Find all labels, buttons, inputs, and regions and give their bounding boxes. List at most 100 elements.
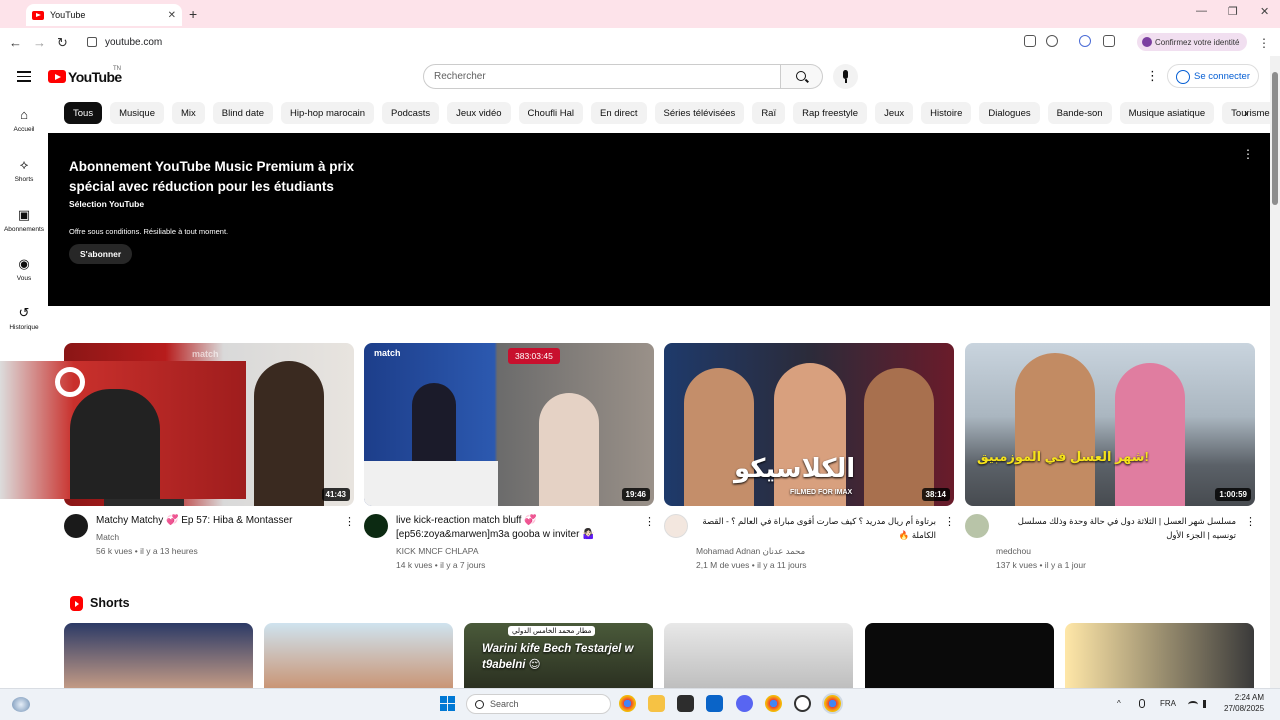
url-bar[interactable] bbox=[80, 32, 1130, 52]
search-button[interactable] bbox=[781, 64, 823, 89]
channel-avatar[interactable] bbox=[364, 514, 388, 538]
person-silhouette bbox=[1015, 353, 1095, 506]
scrollbar-thumb[interactable] bbox=[1272, 72, 1278, 205]
chip-tous[interactable]: Tous bbox=[64, 102, 103, 124]
chip-ra-[interactable]: Raï bbox=[752, 102, 786, 124]
video-thumbnail[interactable]: شهر العسل في الموزمبيق! 1:00:59 bbox=[965, 343, 1255, 506]
premium-promo-banner: Abonnement YouTube Music Premium à prix … bbox=[48, 133, 1270, 306]
channel-avatar[interactable] bbox=[64, 514, 88, 538]
short-thumbnail[interactable] bbox=[664, 623, 853, 690]
profile-identity-chip[interactable]: Confirmez votre identité bbox=[1137, 33, 1247, 51]
chip-choufli-hal[interactable]: Choufli Hal bbox=[518, 102, 583, 124]
chip-podcasts[interactable]: Podcasts bbox=[382, 102, 440, 124]
extension-icon[interactable] bbox=[1079, 35, 1091, 47]
subscribe-button[interactable]: S'abonner bbox=[69, 244, 133, 264]
openai-icon[interactable] bbox=[794, 695, 811, 712]
store-icon[interactable] bbox=[677, 695, 694, 712]
install-app-icon[interactable] bbox=[1024, 35, 1036, 47]
video-channel[interactable]: Match bbox=[96, 532, 119, 542]
browser-menu-icon[interactable]: ⋮ bbox=[1258, 36, 1270, 50]
wifi-icon[interactable] bbox=[1188, 701, 1198, 708]
chip-rap-freestyle[interactable]: Rap freestyle bbox=[793, 102, 868, 124]
new-tab-button[interactable]: + bbox=[189, 6, 197, 22]
video-title[interactable]: برتاوة أم ريال مدريد ؟ كيف صارت أقوى مبا… bbox=[696, 514, 936, 542]
tray-overflow-icon[interactable]: ^ bbox=[1117, 699, 1121, 708]
video-menu-icon[interactable]: ⋮ bbox=[644, 515, 655, 528]
banner-menu-icon[interactable]: ⋮ bbox=[1242, 147, 1254, 161]
sign-in-button[interactable]: Se connecter bbox=[1167, 64, 1259, 88]
guide-item-you[interactable]: ◉ Vous bbox=[0, 257, 48, 283]
bookmark-star-icon[interactable] bbox=[1046, 35, 1058, 47]
chip-jeux-vid-o[interactable]: Jeux vidéo bbox=[447, 102, 511, 124]
thumbnail-overlay-text: الكلاسيكو bbox=[734, 453, 856, 483]
chip-en-direct[interactable]: En direct bbox=[591, 102, 647, 124]
microphone-icon[interactable] bbox=[1139, 699, 1145, 708]
short-thumbnail[interactable] bbox=[64, 623, 253, 690]
short-thumbnail[interactable] bbox=[264, 623, 453, 690]
video-thumbnail[interactable]: match 383:03:45 19:46 bbox=[364, 343, 654, 506]
video-channel[interactable]: KICK MNCF CHLAPA bbox=[396, 546, 479, 556]
site-info-icon[interactable] bbox=[87, 37, 97, 47]
chip-blind-date[interactable]: Blind date bbox=[212, 102, 274, 124]
chip-mix[interactable]: Mix bbox=[172, 102, 205, 124]
banner-title: Abonnement YouTube Music Premium à prix … bbox=[69, 159, 355, 194]
voice-search-button[interactable] bbox=[833, 64, 858, 89]
youtube-logo-icon[interactable] bbox=[48, 70, 66, 83]
reload-button[interactable]: ↻ bbox=[57, 35, 68, 51]
chrome-active-icon[interactable] bbox=[824, 695, 841, 712]
tab-close-button[interactable]: ✕ bbox=[168, 10, 176, 21]
video-thumbnail[interactable]: الكلاسيكو FILMED FOR IMAX 38:14 bbox=[664, 343, 954, 506]
short-thumbnail[interactable] bbox=[865, 623, 1054, 690]
settings-more-icon[interactable]: ⋮ bbox=[1146, 68, 1159, 84]
chips-next-arrow-icon[interactable]: › bbox=[1244, 106, 1248, 120]
video-title[interactable]: مسلسل شهر العسل | الثلاثة دول في حالة وح… bbox=[996, 514, 1236, 542]
window-close-button[interactable]: ✕ bbox=[1260, 5, 1269, 18]
chip-musique-asiatique[interactable]: Musique asiatique bbox=[1119, 102, 1215, 124]
chip-jeux[interactable]: Jeux bbox=[875, 102, 914, 124]
channel-avatar[interactable] bbox=[664, 514, 688, 538]
video-menu-icon[interactable]: ⋮ bbox=[944, 515, 955, 528]
taskbar-clock[interactable]: 2:24 AM 27/08/2025 bbox=[1224, 692, 1264, 714]
video-channel[interactable]: medchou bbox=[996, 546, 1031, 556]
video-meta: 2,1 M de vues • il y a 11 jours bbox=[696, 560, 807, 570]
chrome-icon[interactable] bbox=[619, 695, 636, 712]
taskbar-search[interactable]: Search bbox=[466, 694, 611, 714]
hamburger-menu-icon[interactable] bbox=[17, 71, 31, 85]
video-title[interactable]: live kick-reaction match bluff 💞 [ep56:z… bbox=[396, 514, 636, 542]
short-thumbnail[interactable]: مطار محمد الخامس الدولي Warini kife Bech… bbox=[464, 623, 653, 690]
browser-tab-youtube[interactable]: YouTube ✕ bbox=[26, 4, 182, 26]
guide-item-history[interactable]: ↺ Historique bbox=[0, 306, 48, 332]
back-button[interactable]: ← bbox=[9, 35, 22, 50]
chrome-icon[interactable] bbox=[765, 695, 782, 712]
chip-bande-son[interactable]: Bande-son bbox=[1047, 102, 1112, 124]
chip-musique[interactable]: Musique bbox=[110, 102, 164, 124]
chip-dialogues[interactable]: Dialogues bbox=[979, 102, 1040, 124]
chip-histoire[interactable]: Histoire bbox=[921, 102, 972, 124]
video-duration: 19:46 bbox=[621, 488, 650, 501]
guide-item-home[interactable]: ⌂ Accueil bbox=[0, 108, 48, 134]
widgets-icon[interactable] bbox=[12, 697, 30, 712]
url-text[interactable]: youtube.com bbox=[105, 37, 162, 48]
extensions-puzzle-icon[interactable] bbox=[1103, 35, 1115, 47]
guide-item-subscriptions[interactable]: ▣ Abonnements bbox=[0, 208, 48, 234]
forward-button[interactable]: → bbox=[33, 35, 46, 50]
minimize-button[interactable]: — bbox=[1196, 5, 1207, 17]
discord-icon[interactable] bbox=[736, 695, 753, 712]
maximize-button[interactable]: ❐ bbox=[1228, 5, 1238, 18]
chip-hip-hop-marocain[interactable]: Hip-hop marocain bbox=[281, 102, 375, 124]
short-thumbnail[interactable] bbox=[1065, 623, 1254, 690]
search-icon bbox=[796, 71, 806, 81]
guide-item-shorts[interactable]: ⟡ Shorts bbox=[0, 158, 48, 184]
file-explorer-icon[interactable] bbox=[648, 695, 665, 712]
search-input[interactable]: Rechercher bbox=[423, 64, 781, 89]
start-button[interactable] bbox=[440, 696, 456, 712]
outlook-icon[interactable] bbox=[706, 695, 723, 712]
language-indicator[interactable]: FRA bbox=[1160, 699, 1176, 708]
volume-icon[interactable] bbox=[1203, 700, 1211, 708]
channel-avatar[interactable] bbox=[965, 514, 989, 538]
video-menu-icon[interactable]: ⋮ bbox=[344, 515, 355, 528]
video-menu-icon[interactable]: ⋮ bbox=[1245, 515, 1256, 528]
video-channel[interactable]: Mohamad Adnan محمد عدنان bbox=[696, 546, 805, 557]
chip-s-ries-t-l-vis-es[interactable]: Séries télévisées bbox=[654, 102, 745, 124]
video-title[interactable]: Matchy Matchy 💞 Ep 57: Hiba & Montasser bbox=[96, 514, 336, 528]
